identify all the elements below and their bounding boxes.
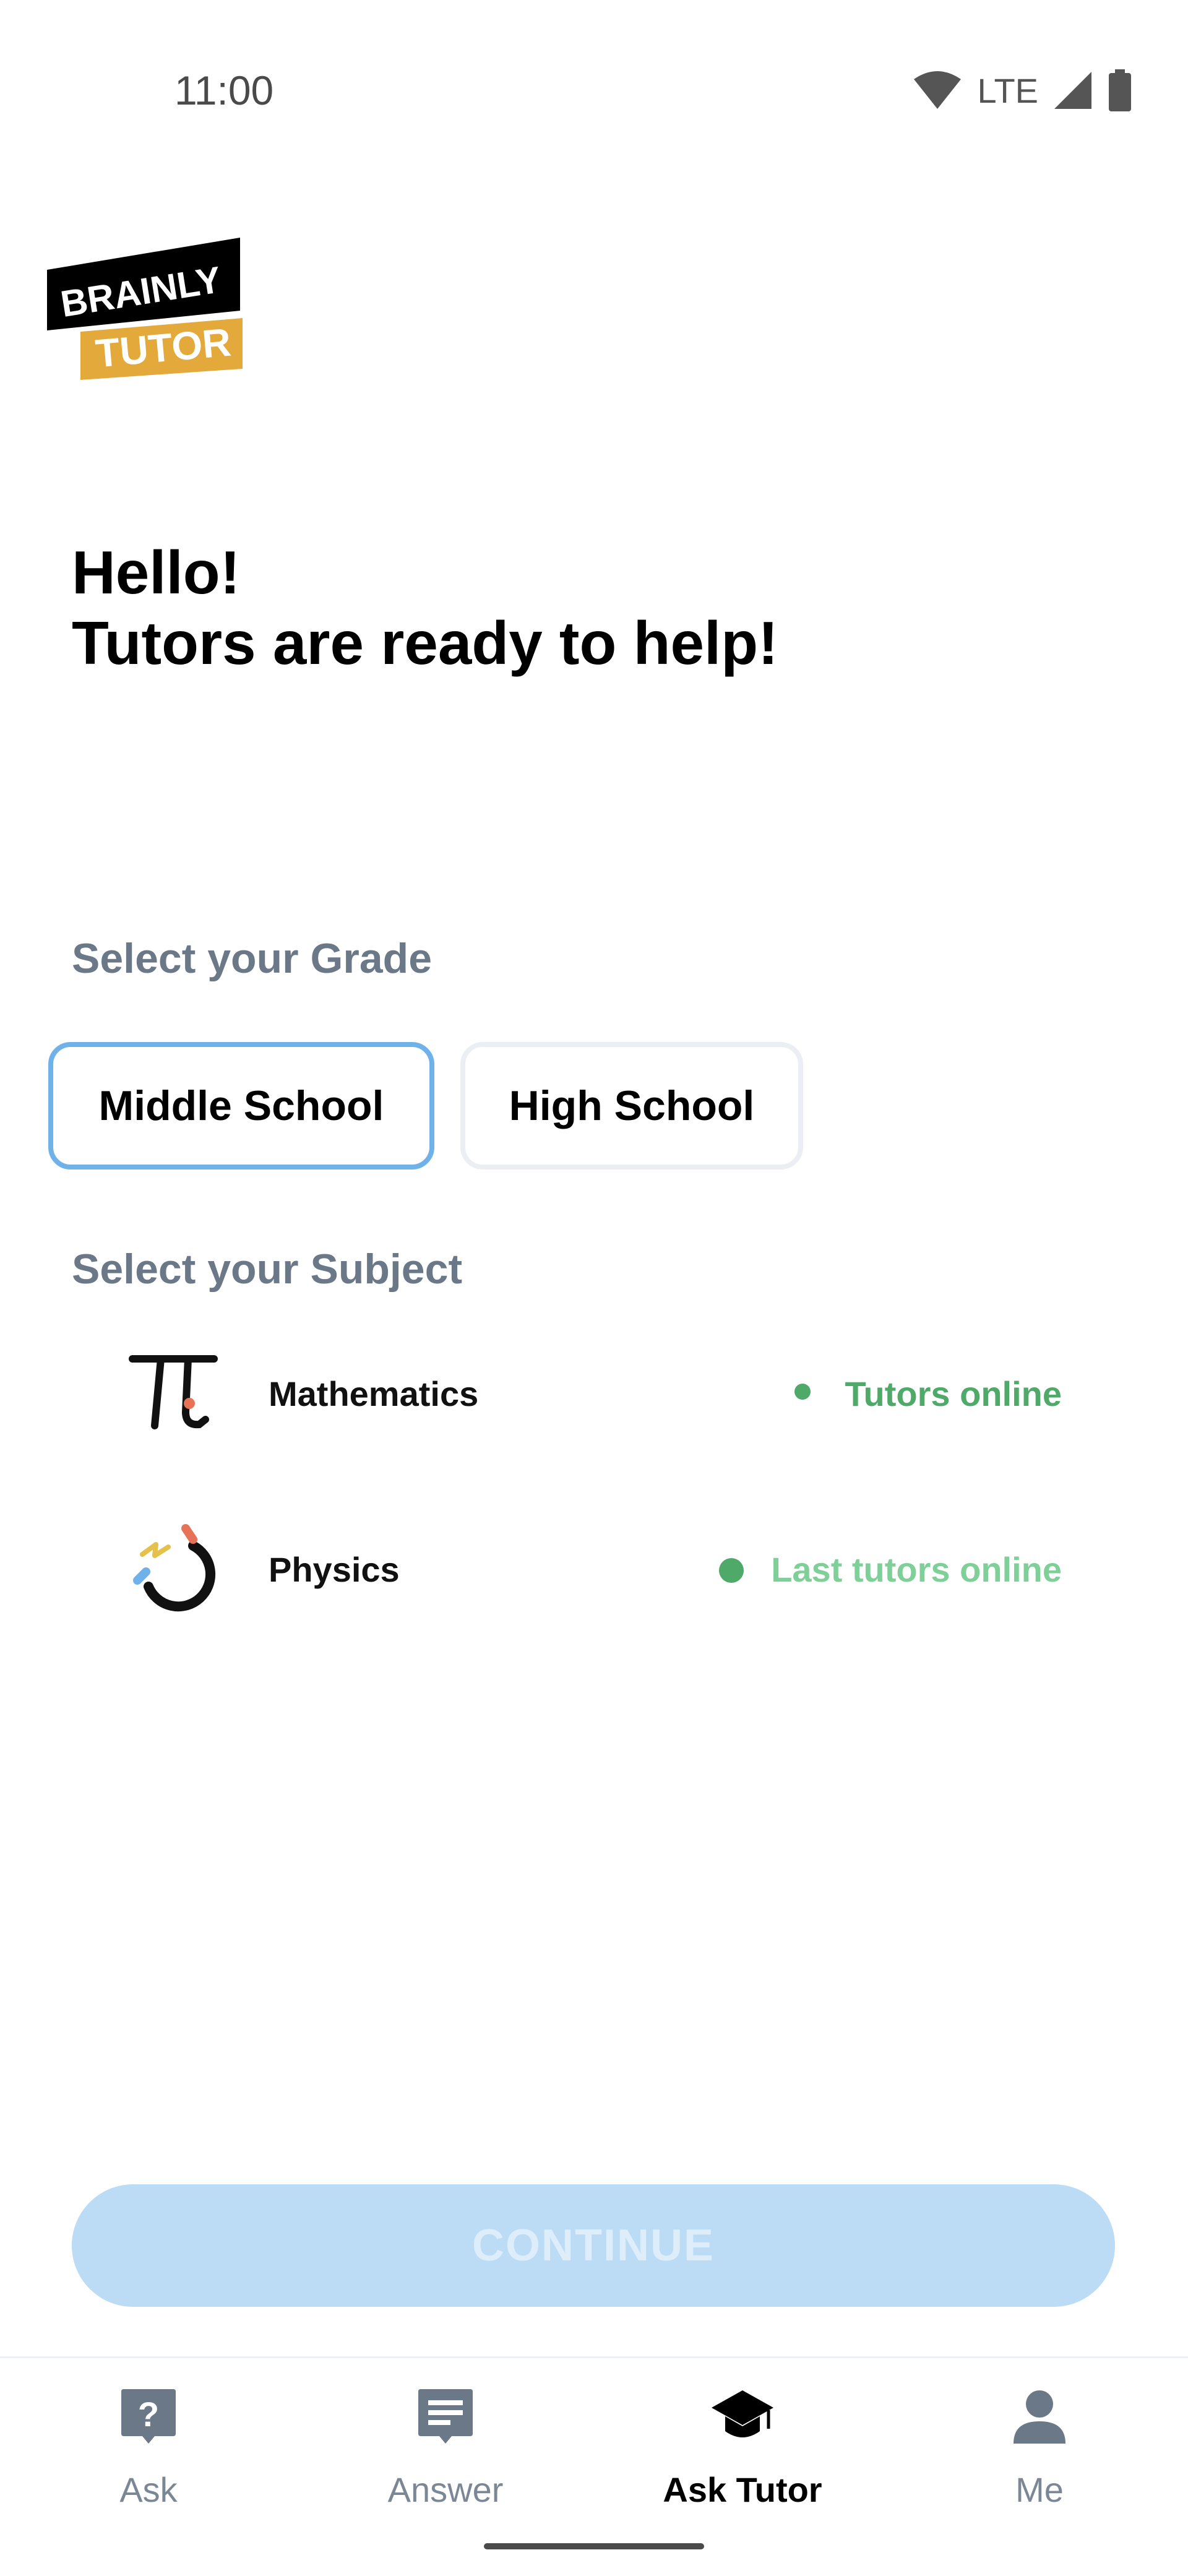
greeting-line-2: Tutors are ready to help!: [72, 609, 778, 677]
signal-icon: [1054, 72, 1091, 109]
grade-chip-high-school[interactable]: High School: [460, 1042, 803, 1170]
battery-icon: [1109, 69, 1131, 111]
network-label: LTE: [977, 71, 1038, 110]
brainly-tutor-logo: BRAINLY TUTOR: [47, 238, 243, 380]
nav-item-ask[interactable]: ? Ask: [0, 2358, 297, 2544]
nav-label-ask: Ask: [119, 2470, 178, 2509]
subject-status-mathematics: Tutors online: [845, 1374, 1062, 1413]
nav-item-answer[interactable]: Answer: [297, 2358, 594, 2544]
continue-button[interactable]: CONTINUE: [72, 2184, 1115, 2307]
subject-row-physics[interactable]: Physics Last tutors online: [0, 1490, 1188, 1639]
nav-label-ask-tutor: Ask Tutor: [663, 2470, 822, 2509]
answer-icon: [418, 2389, 473, 2444]
nav-item-me[interactable]: Me: [891, 2358, 1188, 2544]
status-time: 11:00: [174, 67, 274, 113]
question-icon: ?: [121, 2389, 176, 2444]
greeting-line-1: Hello!: [72, 538, 241, 606]
grade-chip-middle-school[interactable]: Middle School: [48, 1042, 434, 1170]
subject-row-mathematics[interactable]: Mathematics Tutors online: [0, 1314, 1188, 1463]
person-icon: [1014, 2390, 1065, 2444]
magnet-icon: [133, 1524, 216, 1612]
nav-label-answer: Answer: [387, 2470, 504, 2509]
status-icons: LTE: [913, 69, 1132, 111]
nav-label-me: Me: [1015, 2470, 1064, 2509]
graduation-cap-icon: [712, 2390, 773, 2437]
subject-name-physics: Physics: [269, 1550, 400, 1589]
subject-section-title: Select your Subject: [72, 1246, 463, 1293]
online-status-dot: [719, 1558, 744, 1583]
online-status-dot: [794, 1384, 811, 1400]
svg-text:?: ?: [138, 2395, 159, 2434]
greeting-headline: Hello! Tutors are ready to help!: [72, 537, 778, 678]
subject-name-mathematics: Mathematics: [269, 1374, 479, 1413]
subject-status-physics: Last tutors online: [771, 1550, 1062, 1589]
pi-icon: [129, 1355, 218, 1429]
wifi-icon: [914, 71, 962, 109]
grade-section-title: Select your Grade: [72, 935, 433, 982]
nav-item-ask-tutor[interactable]: Ask Tutor: [594, 2358, 891, 2544]
home-indicator[interactable]: [484, 2543, 704, 2549]
